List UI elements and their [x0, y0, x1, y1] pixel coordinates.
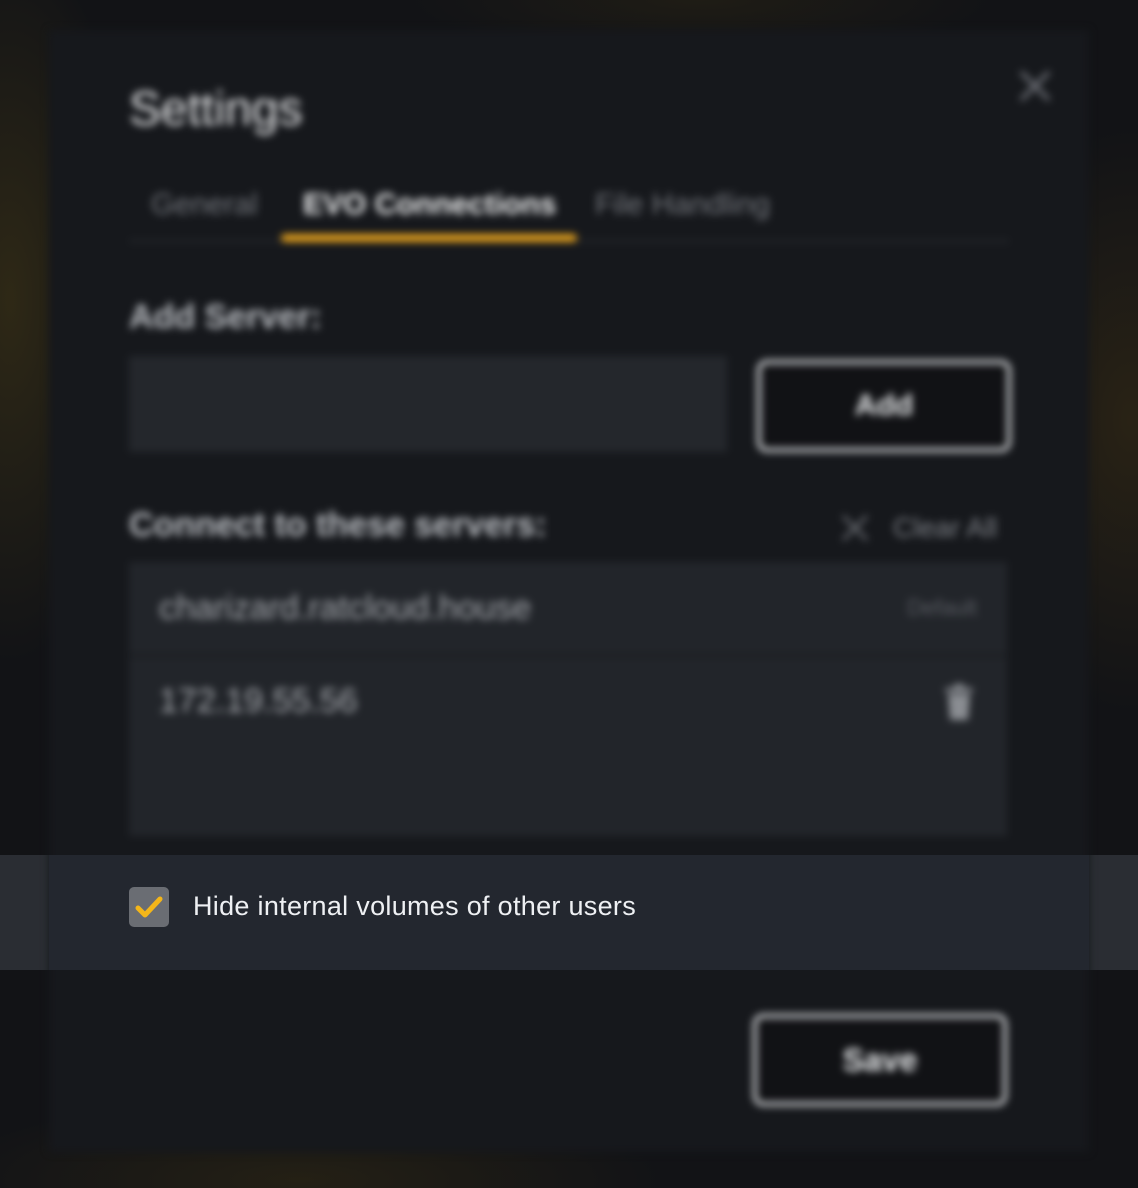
server-row[interactable]: charizard.ratcloud.house Default — [129, 562, 1007, 654]
close-icon — [1019, 70, 1051, 102]
hide-internal-volumes-label[interactable]: Hide internal volumes of other users — [193, 891, 636, 922]
server-row[interactable]: 172.19.55.56 — [129, 654, 1007, 746]
settings-dialog: Settings General EVO Connections File Ha… — [49, 30, 1089, 1152]
default-badge: Default — [907, 595, 977, 620]
clear-all-label: Clear All — [893, 512, 998, 543]
clear-all-button[interactable]: Clear All — [839, 508, 997, 548]
add-server-input[interactable] — [129, 356, 727, 452]
server-host: 172.19.55.56 — [159, 682, 358, 720]
tab-general[interactable]: General — [151, 188, 258, 222]
hide-internal-volumes-option: Hide internal volumes of other users — [49, 855, 1089, 970]
close-icon — [841, 514, 869, 542]
server-list: charizard.ratcloud.house Default 172.19.… — [129, 562, 1007, 836]
hide-internal-volumes-checkbox[interactable] — [129, 887, 169, 927]
server-host: charizard.ratcloud.house — [159, 588, 532, 627]
blurred-layer: Settings General EVO Connections File Ha… — [0, 0, 1138, 1188]
tab-bar: General EVO Connections File Handling — [129, 180, 1009, 242]
add-button[interactable]: Add — [757, 360, 1011, 452]
dialog-title: Settings — [129, 83, 303, 136]
tab-file-handling[interactable]: File Handling — [595, 188, 770, 222]
save-button[interactable]: Save — [753, 1014, 1007, 1106]
trash-icon[interactable] — [941, 682, 977, 722]
tab-evo-connections[interactable]: EVO Connections — [303, 188, 556, 222]
connect-servers-label: Connect to these servers: — [129, 506, 547, 544]
active-tab-indicator — [281, 234, 577, 242]
close-button[interactable] — [1015, 66, 1055, 106]
add-server-label: Add Server: — [129, 298, 322, 336]
checkmark-icon — [135, 896, 163, 918]
